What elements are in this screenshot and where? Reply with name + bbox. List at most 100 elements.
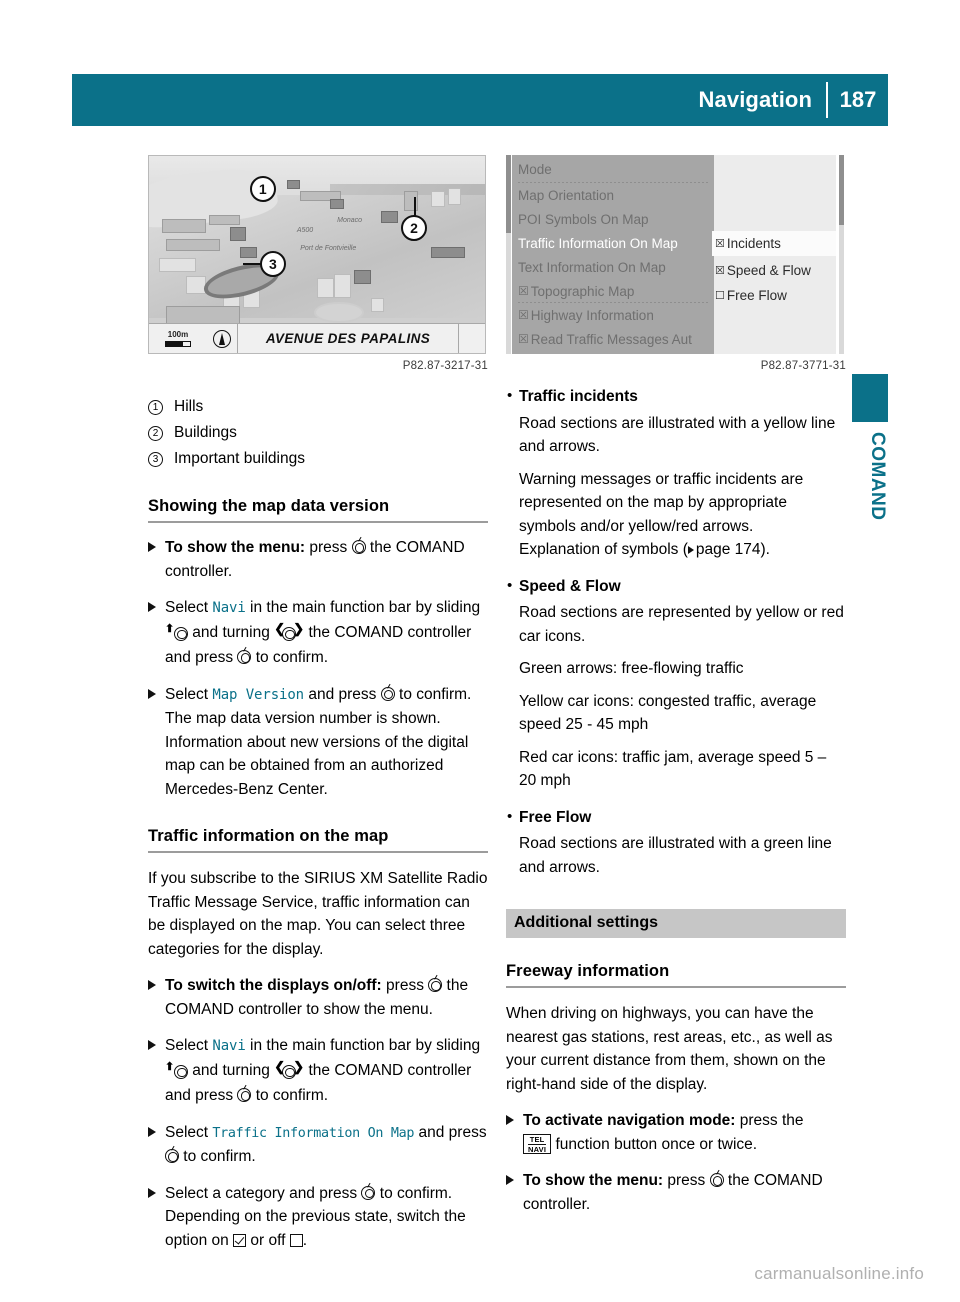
legend-number: 1 xyxy=(148,394,174,419)
legend-item: 1 Hills xyxy=(148,394,488,419)
map-building xyxy=(330,199,344,210)
map-building xyxy=(159,258,197,273)
step-arrow-icon xyxy=(148,602,156,612)
legend-item: 2 Buildings xyxy=(148,420,488,445)
map-scale-bar xyxy=(165,340,191,347)
menu-scrollbar-right[interactable] xyxy=(839,155,844,354)
bullet-speed-and-flow: Speed & Flow xyxy=(506,574,846,599)
comand-press-icon xyxy=(361,1185,376,1200)
step-text: press xyxy=(663,1172,710,1189)
submenu-item-free-flow[interactable]: ☐ Free Flow xyxy=(712,283,836,308)
comand-press-icon xyxy=(351,540,366,554)
step-select-map-version: Select Map Version and press to confirm.… xyxy=(148,683,488,802)
legend-item: 3 Important buildings xyxy=(148,446,488,471)
legend-number: 3 xyxy=(148,446,174,471)
menu-item-highway-information[interactable]: ☒ Highway Information xyxy=(514,303,712,327)
page-header: Navigation 187 xyxy=(72,74,888,126)
map-building xyxy=(209,215,240,225)
heading-traffic-information: Traffic information on the map xyxy=(148,827,488,853)
menu-item-poi-symbols[interactable]: POI Symbols On Map xyxy=(514,207,712,231)
step-extra-text: The map data version number is shown. In… xyxy=(165,710,469,798)
checkbox-on-icon xyxy=(233,1233,247,1247)
menu-scrollbar-left[interactable] xyxy=(506,155,511,354)
map-illustration: Monaco Port de Fontvieille A500 1 2 3 10… xyxy=(148,155,486,354)
step-text: and press xyxy=(414,1123,487,1141)
submenu-item-incidents[interactable]: ☒ Incidents xyxy=(712,231,836,256)
step-select-navi-2: Select Navi in the main function bar by … xyxy=(148,1034,488,1108)
bullet-body-text: Yellow car icons: congested traffic, ave… xyxy=(519,692,817,734)
step-select-navi: Select Navi in the main function bar by … xyxy=(148,596,488,670)
step-arrow-icon xyxy=(148,1040,156,1050)
map-building xyxy=(185,276,207,294)
menu-item-mode[interactable]: Mode xyxy=(514,157,712,181)
page-reference[interactable]: Explanation of symbols (page 174). xyxy=(519,541,770,558)
right-column: Mode Map Orientation POI Symbols On Map … xyxy=(506,155,846,1216)
comand-press-icon xyxy=(165,1149,179,1163)
chapter-tab-marker xyxy=(852,374,888,422)
map-building xyxy=(353,270,371,285)
map-figure-caption: P82.87-3217-31 xyxy=(402,360,488,372)
checkbox-checked-icon: ☒ xyxy=(518,308,529,322)
menu-item-traffic-information-on-map[interactable]: Traffic Information On Map xyxy=(514,231,712,255)
map-scale-value: 100m xyxy=(167,329,189,339)
step-lead: To show the menu: xyxy=(523,1172,664,1189)
map-road-label: A500 xyxy=(296,226,314,234)
checkbox-checked-icon: ☒ xyxy=(715,265,725,277)
step-text: in the main function bar by sliding xyxy=(245,1037,481,1054)
map-building xyxy=(333,274,351,298)
map-place-label: Monaco xyxy=(337,217,363,225)
map-street-name: AVENUE DES PAPALINS xyxy=(265,331,431,346)
step-arrow-icon xyxy=(148,1187,156,1198)
map-building xyxy=(317,278,334,298)
step-select-traffic-info: Select Traffic Information On Map and pr… xyxy=(148,1121,488,1169)
menu-item-text-information[interactable]: Text Information On Map xyxy=(514,255,712,279)
bullet-traffic-incidents: Traffic incidents xyxy=(506,384,846,409)
step-show-menu: To show the menu: press the COMAND contr… xyxy=(148,536,488,583)
menu-item-reference: Map Version xyxy=(212,686,305,703)
menu-figure-caption: P82.87-3771-31 xyxy=(760,360,846,372)
step-text: to confirm. xyxy=(251,1087,329,1104)
legend-number: 2 xyxy=(148,420,174,445)
step-arrow-icon xyxy=(506,1115,514,1125)
step-text: press the xyxy=(735,1112,804,1129)
step-text: Select xyxy=(165,685,213,703)
step-arrow-icon xyxy=(148,688,156,699)
bullet-body-text: Road sections are illustrated with a yel… xyxy=(519,414,836,456)
tel-navi-button-icon[interactable]: TEL NAVI xyxy=(523,1134,552,1154)
bullet-body-text: Road sections are represented by yellow … xyxy=(519,604,844,645)
submenu-item-speed-and-flow[interactable]: ☒ Speed & Flow xyxy=(712,258,836,283)
step-arrow-icon xyxy=(148,980,156,990)
map-callout-2: 2 xyxy=(401,215,427,242)
chapter-tab-label: COMAND xyxy=(867,432,888,521)
left-column: Monaco Port de Fontvieille A500 1 2 3 10… xyxy=(148,155,488,1252)
menu-item-map-orientation[interactable]: Map Orientation xyxy=(514,183,712,207)
checkbox-checked-icon: ☒ xyxy=(715,238,725,250)
header-spacer xyxy=(72,74,699,126)
step-activate-navigation-mode: To activate navigation mode: press the T… xyxy=(506,1109,846,1156)
comand-press-icon xyxy=(237,1088,252,1102)
step-show-menu-2: To show the menu: press the COMAND contr… xyxy=(506,1169,846,1216)
step-text: Select xyxy=(165,1037,213,1054)
bullet-body-text: Road sections are illustrated with a gre… xyxy=(519,835,832,876)
heading-freeway-information: Freeway information xyxy=(506,962,846,988)
section-band-additional-settings: Additional settings xyxy=(506,909,846,938)
menu-item-read-traffic-messages[interactable]: ☒ Read Traffic Messages Aut xyxy=(514,327,712,351)
comand-press-icon xyxy=(380,686,395,701)
map-place-label: Port de Fontvieille xyxy=(300,244,357,252)
step-text: Select xyxy=(165,1123,213,1141)
map-legend: 1 Hills 2 Buildings 3 Important building… xyxy=(148,394,488,471)
step-text: Select a category and press xyxy=(165,1184,362,1202)
bullet-body-text: Green arrows: free-flowing traffic xyxy=(519,660,744,677)
step-text: in the main function bar by sliding xyxy=(245,599,481,616)
menu-item-topographic-map[interactable]: ☒ Topographic Map xyxy=(514,279,712,303)
heading-map-data-version: Showing the map data version xyxy=(148,497,488,523)
step-text: press xyxy=(381,977,429,994)
step-text: Select xyxy=(165,599,213,616)
step-lead: To activate navigation mode: xyxy=(523,1112,736,1129)
map-building xyxy=(431,191,445,208)
map-building xyxy=(380,211,398,223)
map-building xyxy=(165,238,220,251)
comand-press-icon xyxy=(709,1173,724,1187)
step-arrow-icon xyxy=(148,542,156,552)
checkbox-checked-icon: ☒ xyxy=(518,332,529,346)
